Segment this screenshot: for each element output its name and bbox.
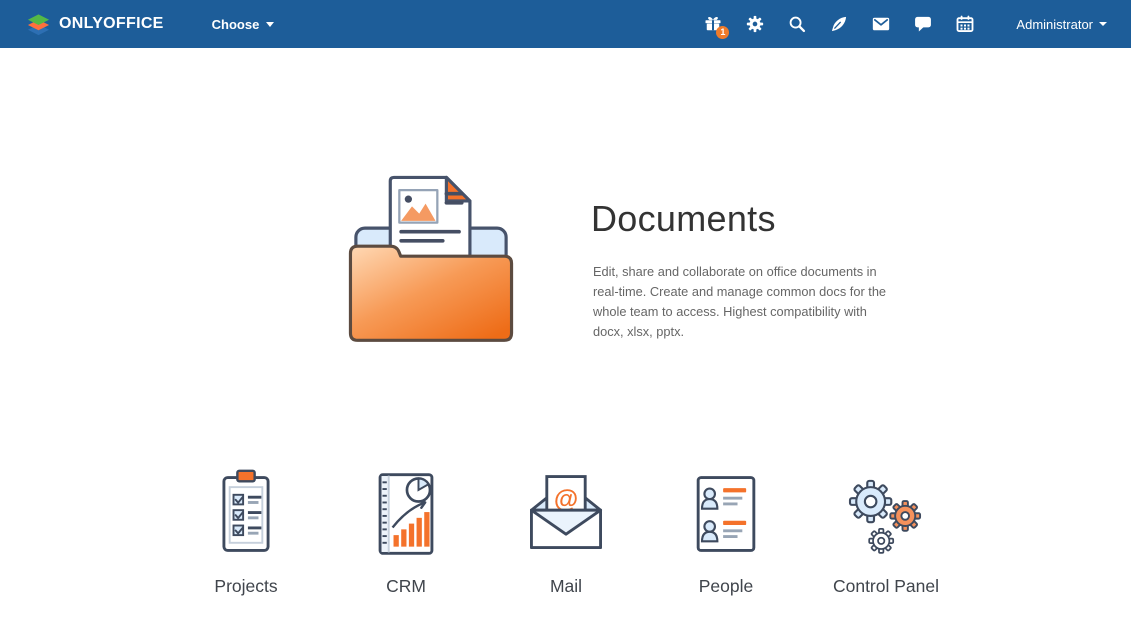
chevron-down-icon [1099, 22, 1107, 26]
control-panel-icon [838, 466, 934, 562]
module-label: Mail [550, 576, 582, 597]
calendar-button[interactable] [954, 14, 975, 35]
onlyoffice-logo-icon [26, 13, 51, 36]
gift-button[interactable]: 1 [702, 14, 723, 35]
modules-nav: Projects [172, 466, 960, 597]
top-navbar: ONLYOFFICE Choose 1 [0, 0, 1131, 48]
module-mail[interactable]: @ Mail [492, 466, 640, 597]
navbar-right: 1 [702, 14, 1107, 35]
module-label: Control Panel [833, 576, 939, 597]
module-title[interactable]: Documents [591, 198, 891, 240]
module-control-panel[interactable]: Control Panel [812, 466, 960, 597]
search-button[interactable] [786, 14, 807, 35]
user-menu[interactable]: Administrator [1016, 17, 1107, 32]
navbar-left: ONLYOFFICE Choose [26, 13, 274, 36]
feed-icon [829, 14, 849, 34]
documents-copy: Documents Edit, share and collaborate on… [591, 172, 891, 353]
calendar-icon [955, 14, 975, 34]
gear-icon [745, 14, 765, 34]
talk-button[interactable] [912, 14, 933, 35]
module-projects[interactable]: Projects [172, 466, 320, 597]
feed-button[interactable] [828, 14, 849, 35]
documents-folder-icon [345, 172, 517, 353]
people-icon [678, 466, 774, 562]
module-crm[interactable]: CRM [332, 466, 480, 597]
module-label: Projects [214, 576, 277, 597]
brand-name: ONLYOFFICE [59, 15, 164, 33]
settings-button[interactable] [744, 14, 765, 35]
mail-module-icon: @ [518, 466, 614, 562]
chevron-down-icon [266, 22, 274, 27]
module-description: Edit, share and collaborate on office do… [593, 262, 891, 342]
choose-label: Choose [212, 17, 260, 32]
mail-button[interactable] [870, 14, 891, 35]
chat-icon [913, 14, 933, 34]
choose-dropdown[interactable]: Choose [212, 17, 275, 32]
module-label: People [699, 576, 754, 597]
onlyoffice-logo[interactable]: ONLYOFFICE [26, 13, 164, 36]
projects-icon [198, 466, 294, 562]
gift-badge: 1 [716, 26, 729, 39]
search-icon [787, 14, 807, 34]
module-label: CRM [386, 576, 426, 597]
module-people[interactable]: People [652, 466, 800, 597]
documents-hero: Documents Edit, share and collaborate on… [345, 172, 891, 353]
documents-illustration[interactable] [345, 172, 517, 353]
mail-icon [871, 14, 891, 34]
crm-icon [358, 466, 454, 562]
user-name: Administrator [1016, 17, 1093, 32]
